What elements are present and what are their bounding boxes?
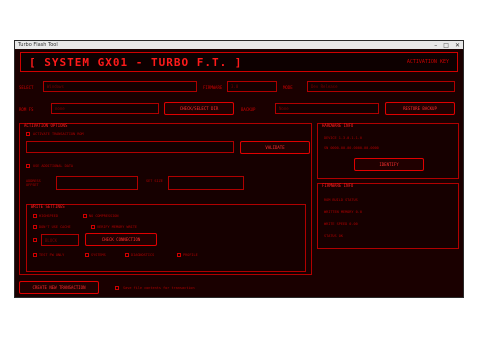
profile-checkbox[interactable] (177, 253, 181, 257)
systems-checkbox[interactable] (85, 253, 89, 257)
hardware-info-panel: HARDWARE INFO DEVICE 1.3.0.1.1.0 SN 0000… (317, 123, 459, 179)
check-select-dir-button[interactable]: CHECK/SELECT DIR (164, 102, 234, 115)
activation-path-input[interactable] (26, 141, 234, 153)
hardware-device-line: DEVICE 1.3.0.1.1.0 (324, 136, 362, 140)
verify-write-label: VERIFY MEMORY WRITE (97, 225, 138, 229)
app-title: [ SYSTEM GX01 - TURBO F.T. ] (29, 55, 243, 69)
no-cache-checkbox[interactable] (33, 225, 37, 229)
set-size-label: SET SIZE (146, 179, 163, 183)
app-window: Turbo Flash Tool – □ ✕ [ SYSTEM GX01 - T… (14, 40, 464, 298)
address-offset-input[interactable] (56, 176, 138, 190)
highspeed-label: HIGHSPEED (39, 214, 58, 218)
rom-input[interactable]: none (51, 103, 159, 114)
window-title: Turbo Flash Tool (18, 42, 58, 48)
save-contents-label: Save file contents for transaction (123, 286, 195, 290)
save-contents-checkbox[interactable] (115, 286, 119, 290)
firmware-info-panel: FIRMWARE INFO ROM BUILD STATUS WRITTEN M… (317, 183, 459, 249)
activation-key-label[interactable]: ACTIVATION KEY (407, 59, 449, 65)
close-button[interactable]: ✕ (455, 42, 460, 49)
hardware-serial-line: SN 0000-00-00-0000-00-0000 (324, 146, 379, 150)
set-size-input[interactable] (168, 176, 244, 190)
rom-label: ROM FS (19, 107, 34, 112)
restore-backup-button[interactable]: RESTORE BACKUP (385, 102, 455, 115)
activation-options-title: ACTIVATION OPTIONS (24, 123, 68, 128)
hardware-info-title: HARDWARE INFO (322, 123, 354, 128)
create-transaction-button[interactable]: CREATE NEW TRANSACTION (19, 281, 99, 294)
backup-input[interactable]: None (275, 103, 379, 114)
test-fw-checkbox[interactable] (33, 253, 37, 257)
profile-label: PROFILE (183, 253, 198, 257)
select-dropdown[interactable]: Windows (43, 81, 197, 92)
check-connection-button[interactable]: CHECK CONNECTION (85, 233, 157, 246)
firmware-info-title: FIRMWARE INFO (322, 183, 354, 188)
write-settings-title: WRITE SETTINGS (31, 204, 65, 209)
mode-dropdown[interactable]: Dev Release (307, 81, 455, 92)
minimize-button[interactable]: – (434, 42, 437, 49)
highspeed-checkbox[interactable] (33, 214, 37, 218)
backup-label: BACKUP (241, 107, 256, 112)
firmware-line-2: WRITTEN MEMORY 0.0 (324, 210, 362, 214)
activate-rom-label: ACTIVATE TRANSACTION ROM (33, 132, 84, 136)
window-controls: – □ ✕ (434, 42, 460, 49)
validate-button[interactable]: VALIDATE (240, 141, 310, 154)
firmware-input[interactable]: 3.0 (227, 81, 277, 92)
write-settings-panel: WRITE SETTINGS HIGHSPEED NO COMPRESSION … (26, 204, 306, 272)
systems-label: SYSTEMS (91, 253, 106, 257)
firmware-line-1: ROM BUILD STATUS (324, 198, 358, 202)
mode-label: MODE (283, 85, 293, 90)
select-label: SELECT (19, 85, 34, 90)
address-offset-label: ADDRESS OFFSET (26, 179, 41, 187)
verify-write-checkbox[interactable] (91, 225, 95, 229)
test-fw-label: TEST FW ONLY (39, 253, 65, 257)
activation-options-panel: ACTIVATION OPTIONS ACTIVATE TRANSACTION … (19, 123, 312, 275)
diagnostics-label: DIAGNOSTICS (131, 253, 155, 257)
firmware-line-4: STATUS OK (324, 234, 343, 238)
block-dropdown[interactable]: BLOCK (41, 234, 79, 246)
block-checkbox[interactable] (33, 238, 37, 242)
no-compression-checkbox[interactable] (83, 214, 87, 218)
firmware-line-3: WRITE SPEED 0.00 (324, 222, 358, 226)
diagnostics-checkbox[interactable] (125, 253, 129, 257)
additional-data-checkbox[interactable] (26, 164, 30, 168)
additional-data-label: USE ADDITIONAL DATA (33, 164, 74, 168)
window-titlebar: Turbo Flash Tool – □ ✕ (15, 41, 463, 49)
firmware-label: FIRMWARE (203, 85, 223, 90)
maximize-button[interactable]: □ (443, 42, 449, 49)
header-banner: [ SYSTEM GX01 - TURBO F.T. ] ACTIVATION … (20, 52, 458, 72)
no-compression-label: NO COMPRESSION (89, 214, 119, 218)
no-cache-label: DON'T USE CACHE (39, 225, 71, 229)
activate-rom-checkbox[interactable] (26, 132, 30, 136)
identify-button[interactable]: IDENTIFY (354, 158, 424, 171)
